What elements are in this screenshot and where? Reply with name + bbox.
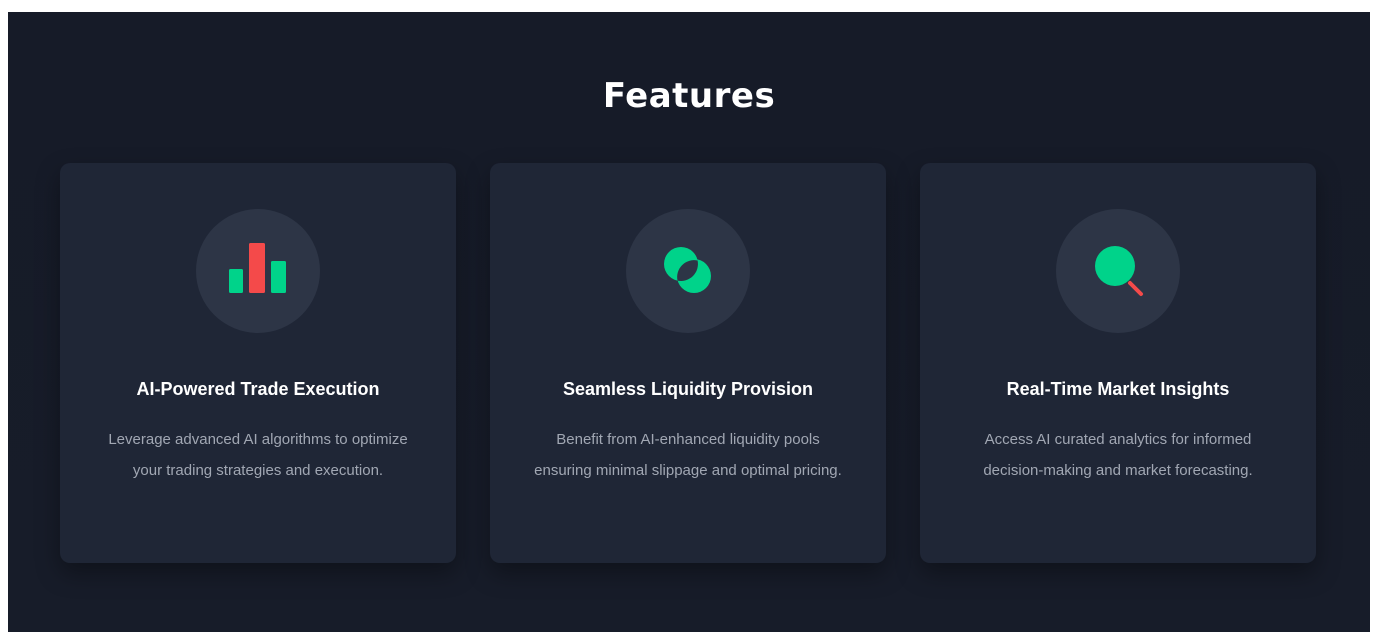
feature-card-trade-execution: AI-Powered Trade Execution Leverage adva…	[60, 163, 456, 563]
feature-title: Real-Time Market Insights	[1006, 379, 1230, 399]
feature-description: Access AI curated analytics for informed…	[983, 431, 1253, 479]
feature-title: AI-Powered Trade Execution	[136, 379, 380, 399]
feature-card-market-insights: Real-Time Market Insights Access AI cura…	[920, 163, 1316, 563]
liquidity-circles-icon	[664, 247, 711, 293]
feature-icon-circle	[626, 209, 750, 333]
feature-description: Leverage advanced AI algorithms to optim…	[108, 431, 408, 479]
bar-chart-icon	[229, 243, 286, 293]
section-title: Features	[602, 76, 776, 116]
feature-icon-circle	[196, 209, 320, 333]
feature-description: Benefit from AI-enhanced liquidity pools…	[534, 431, 842, 479]
feature-icon-circle	[1056, 209, 1180, 333]
feature-card-liquidity: Seamless Liquidity Provision Benefit fro…	[490, 163, 886, 563]
feature-title: Seamless Liquidity Provision	[562, 379, 814, 399]
features-section: Features AI-Powered Trade Execution Leve…	[8, 12, 1370, 632]
magnifier-icon	[1095, 246, 1143, 296]
